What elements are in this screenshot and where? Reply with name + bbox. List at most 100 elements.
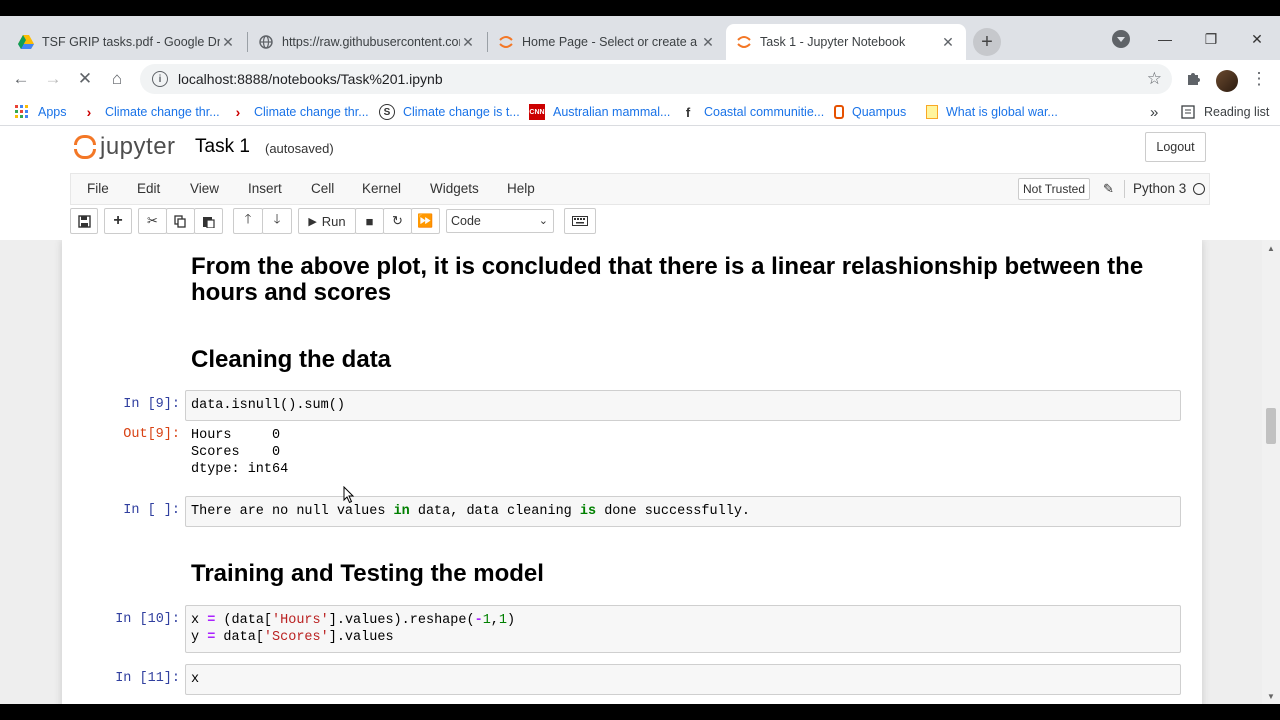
paste-icon[interactable]: [194, 208, 223, 234]
output-prompt: Out[9]:: [123, 427, 180, 442]
input-prompt: In [10]:: [115, 612, 180, 627]
profile-avatar[interactable]: [1216, 70, 1238, 92]
reading-list-button[interactable]: Reading list: [1180, 102, 1269, 122]
bookmark-label: Coastal communitie...: [704, 105, 825, 119]
tab-google-drive[interactable]: TSF GRIP tasks.pdf - Google Drive ✕: [8, 24, 246, 60]
stop-loading-icon[interactable]: ✕: [72, 66, 98, 92]
restart-kernel-icon[interactable]: ↻: [383, 208, 412, 234]
bookmark-item[interactable]: › Climate change thr...: [81, 102, 220, 122]
new-tab-button[interactable]: +: [973, 28, 1001, 56]
insert-cell-icon[interactable]: +: [104, 208, 132, 234]
profile-dropdown-icon[interactable]: [1098, 24, 1144, 54]
bookmark-apps[interactable]: Apps: [14, 102, 67, 122]
interrupt-kernel-icon[interactable]: ■: [355, 208, 384, 234]
jupyter-logo[interactable]: jupyter: [74, 133, 176, 161]
chrome-menu-icon[interactable]: ⋮: [1246, 66, 1272, 92]
jupyter-logo-text: jupyter: [100, 133, 176, 160]
close-tab-icon[interactable]: ✕: [700, 34, 716, 51]
bookmarks-overflow-button[interactable]: »: [1150, 102, 1158, 122]
code-operator: -: [474, 613, 483, 628]
bookmark-label: Climate change is t...: [403, 105, 520, 119]
bookmark-item[interactable]: Quampus: [834, 102, 906, 122]
code-number: 1: [498, 613, 508, 628]
minimize-icon[interactable]: —: [1142, 24, 1188, 54]
page-scrollbar[interactable]: ▲ ▼: [1262, 240, 1280, 704]
menu-edit[interactable]: Edit: [137, 181, 160, 196]
extensions-puzzle-icon[interactable]: [1180, 66, 1206, 92]
notebook-name[interactable]: Task 1: [195, 136, 250, 158]
move-up-icon[interactable]: 🡑: [233, 208, 263, 234]
menu-help[interactable]: Help: [507, 181, 535, 196]
move-down-icon[interactable]: 🡓: [262, 208, 292, 234]
scroll-up-arrow-icon[interactable]: ▲: [1266, 244, 1276, 253]
tab-strip: TSF GRIP tasks.pdf - Google Drive ✕ http…: [0, 16, 1280, 60]
markdown-heading-training[interactable]: Training and Testing the model: [191, 561, 544, 587]
bookmark-label: Climate change thr...: [254, 105, 369, 119]
divider: [1124, 180, 1125, 198]
code-token: ): [507, 613, 516, 628]
menu-insert[interactable]: Insert: [248, 181, 282, 196]
bookmark-item[interactable]: f Coastal communitie...: [680, 102, 824, 122]
bookmark-item[interactable]: CNN Australian mammal...: [529, 102, 670, 122]
code-token: ].values).reshape(: [328, 613, 475, 628]
cnn-icon: CNN: [529, 104, 545, 120]
tab-title: Task 1 - Jupyter Notebook: [760, 35, 906, 49]
tab-task1-notebook[interactable]: Task 1 - Jupyter Notebook ✕: [726, 24, 966, 60]
code-cell-9[interactable]: data.isnull().sum(): [185, 390, 1181, 421]
bookmark-item[interactable]: S Climate change is t...: [379, 102, 520, 122]
kernel-idle-indicator-icon: [1193, 183, 1205, 195]
code-cell-10[interactable]: x = (data['Hours'].values).reshape(-1,1)…: [185, 605, 1181, 653]
markdown-heading-cleaning[interactable]: Cleaning the data: [191, 347, 391, 373]
cut-icon[interactable]: ✂: [138, 208, 167, 234]
tab-raw-github[interactable]: https://raw.githubusercontent.com ✕: [248, 24, 486, 60]
scrollbar-thumb[interactable]: [1266, 408, 1276, 444]
save-icon[interactable]: [70, 208, 98, 234]
menu-kernel[interactable]: Kernel: [362, 181, 401, 196]
output-cell-9: Hours 0 Scores 0 dtype: int64: [191, 428, 289, 477]
mouse-cursor-icon: [343, 486, 355, 504]
browser-window: TSF GRIP tasks.pdf - Google Drive ✕ http…: [0, 16, 1280, 704]
forward-icon[interactable]: →: [40, 66, 66, 92]
bookmark-star-icon[interactable]: ☆: [1147, 69, 1162, 89]
restore-icon[interactable]: ❐: [1188, 24, 1234, 54]
cell-type-select[interactable]: Code ⌄: [446, 209, 554, 233]
logout-button[interactable]: Logout: [1145, 132, 1206, 162]
copy-icon[interactable]: [166, 208, 195, 234]
bookmark-chevron-icon: ›: [235, 104, 241, 120]
close-tab-icon[interactable]: ✕: [220, 34, 236, 51]
notebook-scroll-area[interactable]: From the above plot, it is concluded tha…: [0, 240, 1280, 704]
close-tab-icon[interactable]: ✕: [940, 34, 956, 51]
back-icon[interactable]: ←: [8, 66, 34, 92]
close-window-icon[interactable]: ✕: [1234, 24, 1280, 54]
input-prompt: In [9]:: [123, 397, 180, 412]
menubar: File Edit View Insert Cell Kernel Widget…: [70, 173, 1210, 205]
menu-cell[interactable]: Cell: [311, 181, 334, 196]
scroll-down-arrow-icon[interactable]: ▼: [1266, 692, 1276, 701]
code-cell-unexecuted[interactable]: There are no null values in data, data c…: [185, 496, 1181, 527]
bookmark-item[interactable]: What is global war...: [926, 102, 1058, 122]
jupyter-icon: [498, 34, 514, 50]
address-bar[interactable]: i localhost:8888/notebooks/Task%201.ipyn…: [140, 64, 1172, 94]
code-token: data, data cleaning: [409, 504, 580, 519]
close-tab-icon[interactable]: ✕: [460, 34, 476, 51]
menu-view[interactable]: View: [190, 181, 219, 196]
bookmark-label: Australian mammal...: [553, 105, 671, 119]
bookmark-label: What is global war...: [946, 105, 1058, 119]
markdown-conclusion[interactable]: From the above plot, it is concluded tha…: [191, 254, 1151, 306]
home-icon[interactable]: ⌂: [104, 66, 130, 92]
jupyter-logo-icon: [74, 133, 96, 161]
trust-status-button[interactable]: Not Trusted: [1018, 178, 1090, 200]
google-drive-icon: [18, 34, 34, 50]
site-info-icon[interactable]: i: [152, 71, 168, 87]
tab-jupyter-home[interactable]: Home Page - Select or create a notebook …: [488, 24, 726, 60]
input-prompt: In [ ]:: [123, 503, 180, 518]
menu-widgets[interactable]: Widgets: [430, 181, 479, 196]
command-palette-keyboard-icon[interactable]: [564, 208, 596, 234]
bookmark-item[interactable]: › Climate change thr...: [230, 102, 369, 122]
cell-type-value: Code: [451, 214, 481, 228]
menu-file[interactable]: File: [87, 181, 109, 196]
kernel-name[interactable]: Python 3: [1133, 181, 1186, 196]
restart-run-all-icon[interactable]: ⏩: [411, 208, 440, 234]
run-button[interactable]: ▶ Run: [298, 208, 356, 234]
code-cell-11[interactable]: x: [185, 664, 1181, 695]
